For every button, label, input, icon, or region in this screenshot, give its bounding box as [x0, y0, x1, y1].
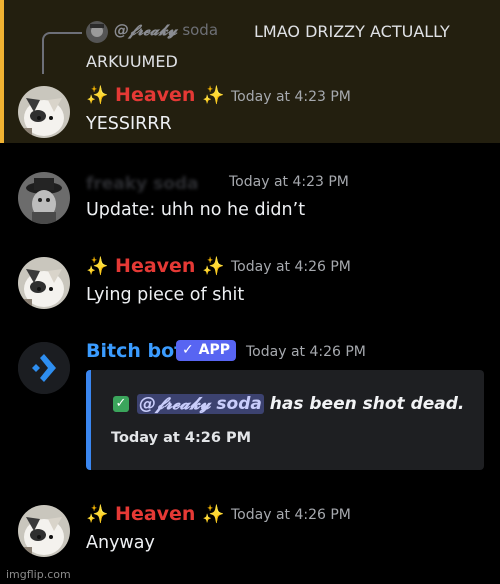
reply-preview-text-cont[interactable]: ARKUUMED — [86, 52, 178, 71]
message-text: Lying piece of shit — [86, 285, 245, 305]
blurred-author-name[interactable]: freaky soda — [86, 174, 199, 194]
author-name: Heaven — [115, 503, 196, 525]
bot-author-name[interactable]: Bitch bot — [86, 340, 183, 362]
watermark: imgflip.com — [6, 568, 71, 581]
bot-embed: ✓ @𝓯𝓻𝓮𝓪𝓴𝔂 soda has been shot dead. Today… — [86, 370, 484, 470]
app-badge: ✓ APP — [176, 340, 236, 361]
user-mention[interactable]: @𝓯𝓻𝓮𝓪𝓴𝔂 soda — [137, 394, 264, 414]
author-name: Heaven — [115, 255, 196, 277]
sparkle-right: ✨ — [202, 504, 225, 525]
message-timestamp[interactable]: Today at 4:26 PM — [231, 259, 351, 275]
reply-avatar[interactable] — [86, 21, 108, 43]
message-timestamp[interactable]: Today at 4:26 PM — [231, 507, 351, 523]
message-timestamp[interactable]: Today at 4:23 PM — [231, 89, 351, 105]
message-text: Update: uhh no he didn’t — [86, 200, 306, 220]
reply-name-suffix: soda — [182, 21, 219, 39]
embed-message: has been shot dead. — [269, 394, 465, 414]
check-icon: ✓ — [113, 396, 129, 412]
author-name: Heaven — [115, 84, 196, 106]
message-author[interactable]: ✨ Heaven ✨ — [86, 84, 225, 106]
reply-connector — [42, 32, 82, 74]
avatar-heaven[interactable] — [18, 505, 70, 557]
embed-timestamp: Today at 4:26 PM — [111, 430, 252, 446]
message-author[interactable]: ✨ Heaven ✨ — [86, 503, 225, 525]
sparkle-left: ✨ — [86, 504, 109, 525]
avatar-heaven[interactable] — [18, 257, 70, 309]
message-text: YESSIRRR — [86, 114, 172, 134]
sparkle-right: ✨ — [202, 85, 225, 106]
message-timestamp[interactable]: Today at 4:26 PM — [246, 344, 366, 360]
embed-text: @𝓯𝓻𝓮𝓪𝓴𝔂 soda has been shot dead. — [137, 394, 464, 414]
message-author[interactable]: ✨ Heaven ✨ — [86, 255, 225, 277]
sparkle-left: ✨ — [86, 256, 109, 277]
avatar-heaven[interactable] — [18, 86, 70, 138]
sparkle-right: ✨ — [202, 256, 225, 277]
reply-mention: @𝓯𝓻𝓮𝓪𝓴𝔂 — [114, 21, 178, 39]
avatar-bitch-bot[interactable] — [18, 342, 70, 394]
message-text: Anyway — [86, 533, 155, 553]
sparkle-left: ✨ — [86, 85, 109, 106]
reply-author[interactable]: @𝓯𝓻𝓮𝓪𝓴𝔂 soda — [114, 21, 218, 39]
message-timestamp[interactable]: Today at 4:23 PM — [229, 174, 349, 190]
reply-preview-text[interactable]: LMAO DRIZZY ACTUALLY — [254, 22, 450, 41]
avatar-freaky-soda[interactable] — [18, 172, 70, 224]
